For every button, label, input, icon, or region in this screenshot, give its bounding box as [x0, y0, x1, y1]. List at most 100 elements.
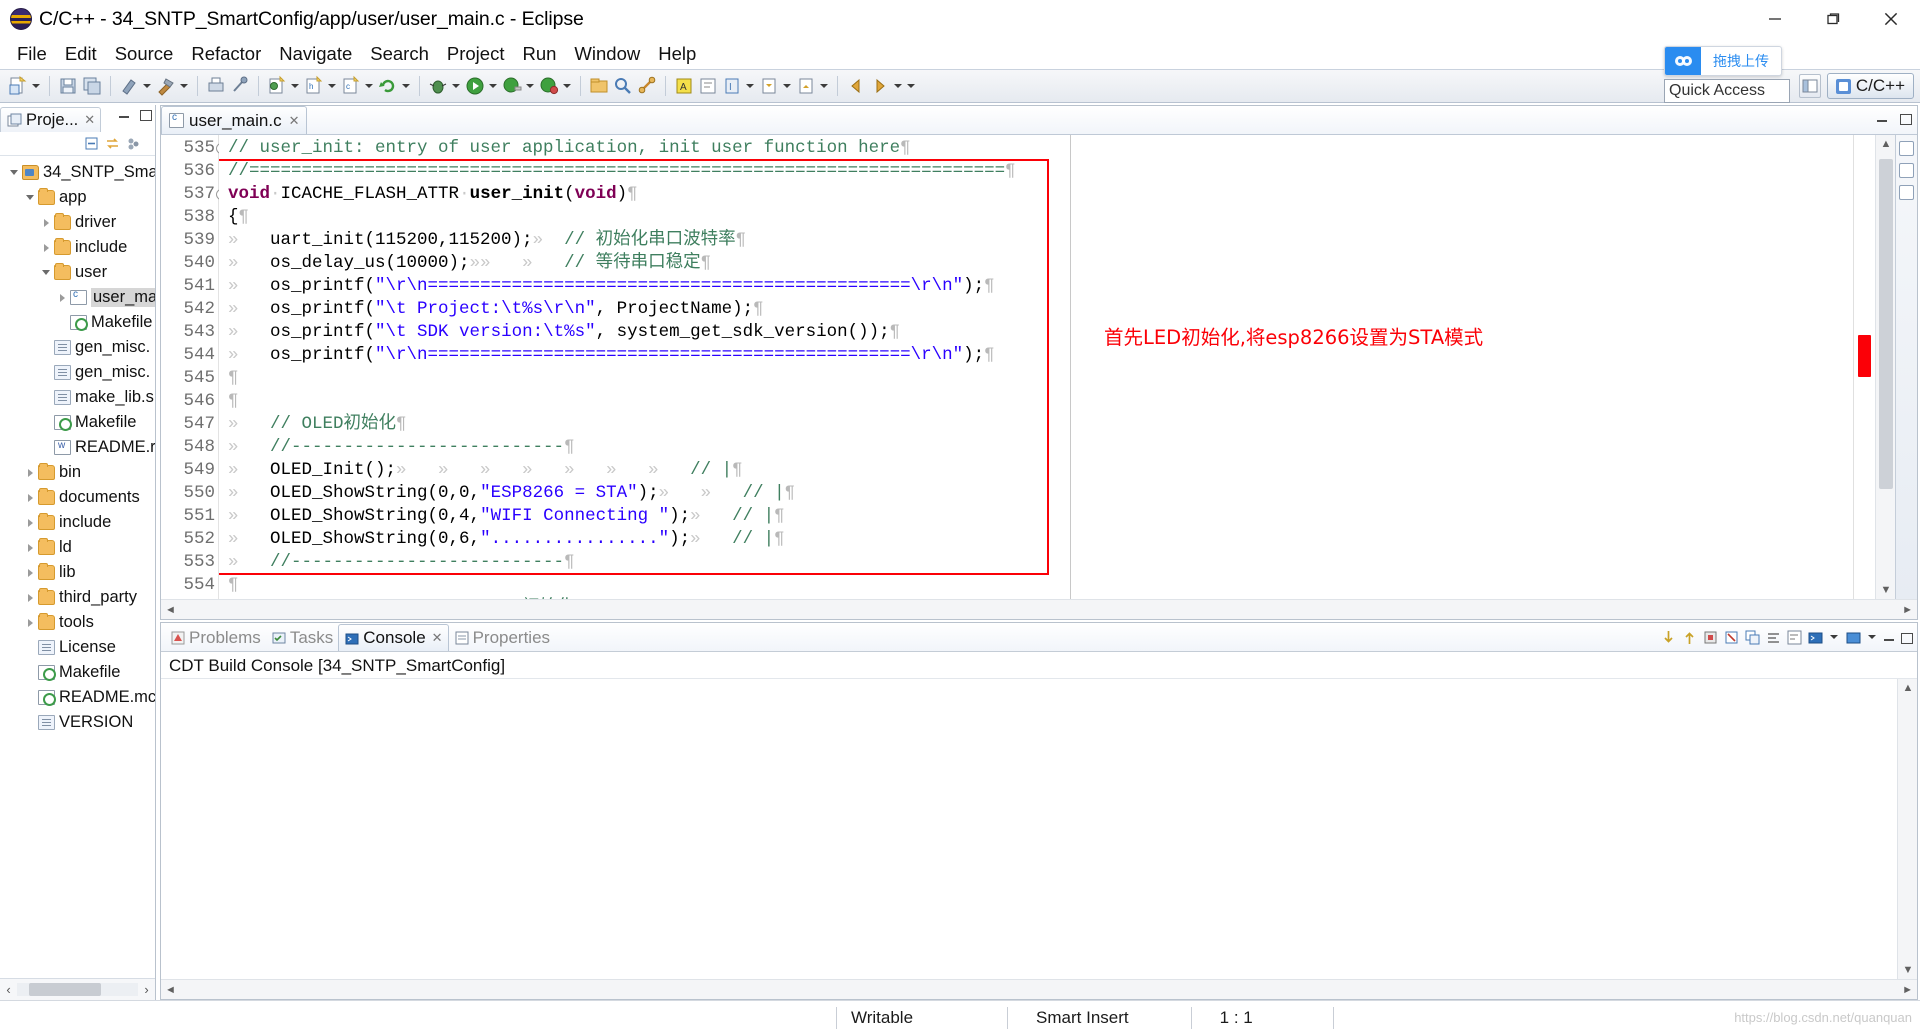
new-cpp-class-icon[interactable] [266, 75, 288, 97]
chevron-right-icon[interactable] [22, 494, 38, 502]
code-line[interactable]: ¶ [219, 574, 1853, 597]
tree-item-user_ma[interactable]: user_ma [0, 285, 155, 310]
new-file-icon[interactable] [7, 75, 29, 97]
chevron-right-icon[interactable] [22, 594, 38, 602]
tree-item-tools[interactable]: tools [0, 610, 155, 635]
menu-project[interactable]: Project [438, 43, 514, 65]
editor-maximize-icon[interactable] [1899, 113, 1912, 125]
new-console-dropdown-arrow[interactable] [1866, 627, 1877, 647]
code-line[interactable]: » OLED_Init();» » » » » » » // |¶ [219, 459, 1853, 482]
open-type-icon[interactable] [588, 75, 610, 97]
scroll-right-icon[interactable]: › [138, 982, 155, 997]
code-line[interactable]: » //--------------------------¶ [219, 551, 1853, 574]
tree-item-include[interactable]: include [0, 510, 155, 535]
console-maximize-icon[interactable] [1900, 632, 1913, 644]
editor-vertical-scrollbar[interactable]: ▲ ▼ [1875, 135, 1895, 599]
tree-item-gen_misc-[interactable]: gen_misc. [0, 335, 155, 360]
tree-item-version[interactable]: VERSION [0, 710, 155, 735]
chevron-right-icon[interactable] [22, 619, 38, 627]
chevron-down-icon[interactable] [6, 170, 22, 175]
search-pin-icon[interactable] [229, 75, 251, 97]
overview-ruler[interactable] [1853, 135, 1875, 599]
chevron-right-icon[interactable] [22, 469, 38, 477]
block-selection-icon[interactable]: I [721, 75, 743, 97]
code-line[interactable]: » OLED_ShowString(0,0,"ESP8266 = STA");»… [219, 482, 1853, 505]
link-with-editor-icon[interactable] [105, 136, 120, 151]
open-console-icon[interactable] [1807, 629, 1824, 646]
console-tab-tasks[interactable]: Tasks [266, 624, 338, 651]
terminate-icon[interactable] [1702, 629, 1719, 646]
explorer-tab-close-icon[interactable]: ✕ [84, 112, 95, 128]
scroll-right-icon[interactable]: ► [1902, 604, 1913, 616]
code-line[interactable]: » os_printf("\t SDK version:\t%s", syste… [219, 321, 1853, 344]
overview-marker[interactable] [1858, 335, 1871, 377]
tree-item-third_party[interactable]: third_party [0, 585, 155, 610]
new-console-view-icon[interactable] [1845, 629, 1862, 646]
save-all-icon[interactable] [81, 75, 103, 97]
code-line[interactable]: » OLED_ShowString(0,4,"WIFI Connecting "… [219, 505, 1853, 528]
bookmark-toggle-icon[interactable] [1899, 185, 1914, 200]
code-line[interactable]: // user_init: entry of user application,… [219, 137, 1853, 160]
minimize-button[interactable] [1746, 0, 1804, 38]
console-vertical-scrollbar[interactable]: ▲ ▼ [1897, 679, 1917, 979]
view-menu-icon[interactable] [126, 136, 141, 151]
remove-console-icon[interactable] [1723, 629, 1740, 646]
explorer-scroll-thumb[interactable] [29, 983, 101, 996]
code-line[interactable]: » os_printf("\t Project:\t%s\r\n", Proje… [219, 298, 1853, 321]
editor-text-area[interactable]: 535 536 537 538 539 540 541 542 543 544 545 546 547 5… [161, 135, 1917, 599]
new-header-icon[interactable]: h [303, 75, 325, 97]
code-line[interactable]: {¶ [219, 206, 1853, 229]
editor-minimize-icon[interactable] [1876, 113, 1889, 124]
console-scroll-down-icon[interactable]: ▼ [1898, 961, 1918, 979]
editor-scroll-thumb[interactable] [1879, 159, 1893, 489]
scroll-up-icon[interactable]: ▲ [1876, 135, 1896, 153]
pin-console-icon[interactable] [1681, 629, 1698, 646]
tree-item-ld[interactable]: ld [0, 535, 155, 560]
menu-help[interactable]: Help [649, 43, 705, 65]
print-icon[interactable] [205, 75, 227, 97]
code-line[interactable]: » os_printf("\r\n=======================… [219, 344, 1853, 367]
menu-navigate[interactable]: Navigate [270, 43, 361, 65]
toggle-mark-occurrences-icon[interactable]: A [673, 75, 695, 97]
tree-item-readme-mc[interactable]: README.mc [0, 685, 155, 710]
tree-item-app[interactable]: app [0, 185, 155, 210]
history-dropdown-arrow[interactable] [892, 76, 903, 96]
refresh-dropdown-arrow[interactable] [400, 76, 411, 96]
console-output[interactable] [161, 679, 1897, 979]
word-wrap-icon[interactable] [1786, 629, 1803, 646]
upload-widget[interactable]: 拖拽上传 [1664, 46, 1782, 76]
code-line[interactable]: ¶ [219, 367, 1853, 390]
console-tab-console[interactable]: Console ✕ [338, 624, 449, 651]
tree-item-lib[interactable]: lib [0, 560, 155, 585]
debug-bug-icon[interactable] [427, 75, 449, 97]
code-line[interactable]: void·ICACHE_FLASH_ATTR·user_init(void)¶ [219, 183, 1853, 206]
run-icon[interactable] [464, 75, 486, 97]
new-source-dropdown-arrow[interactable] [363, 76, 374, 96]
collapse-all-icon[interactable] [84, 136, 99, 151]
code-line[interactable]: » //--------------------------¶ [219, 436, 1853, 459]
code-line[interactable]: » // OLED初始化¶ [219, 413, 1853, 436]
tree-item-include[interactable]: include [0, 235, 155, 260]
quick-access-field[interactable]: Quick Access [1664, 79, 1790, 103]
overflow-dropdown-arrow[interactable] [905, 76, 916, 96]
console-tab-properties[interactable]: Properties [449, 624, 555, 651]
chevron-down-icon[interactable] [38, 270, 54, 275]
code-line[interactable]: » os_delay_us(10000);»» » // 等待串口稳定¶ [219, 252, 1853, 275]
menu-edit[interactable]: Edit [56, 43, 106, 65]
console-tab-problems[interactable]: Problems [165, 624, 266, 651]
chevron-right-icon[interactable] [54, 294, 70, 302]
new-header-dropdown-arrow[interactable] [326, 76, 337, 96]
tree-item-34_sntp_sma[interactable]: 34_SNTP_Sma [0, 160, 155, 185]
next-annotation-dropdown-arrow[interactable] [781, 76, 792, 96]
open-console-dropdown-arrow[interactable] [1828, 627, 1839, 647]
code-line[interactable]: » os_printf("\r\n=======================… [219, 275, 1853, 298]
prev-annotation-dropdown-arrow[interactable] [818, 76, 829, 96]
menu-search[interactable]: Search [361, 43, 438, 65]
external-dropdown-arrow[interactable] [561, 76, 572, 96]
scroll-left-icon[interactable]: ◄ [165, 604, 176, 616]
chevron-right-icon[interactable] [22, 544, 38, 552]
tree-item-documents[interactable]: documents [0, 485, 155, 510]
profile-dropdown-arrow[interactable] [524, 76, 535, 96]
explorer-horizontal-scrollbar[interactable]: ‹ › [0, 978, 155, 1000]
external-tools-icon[interactable] [538, 75, 560, 97]
